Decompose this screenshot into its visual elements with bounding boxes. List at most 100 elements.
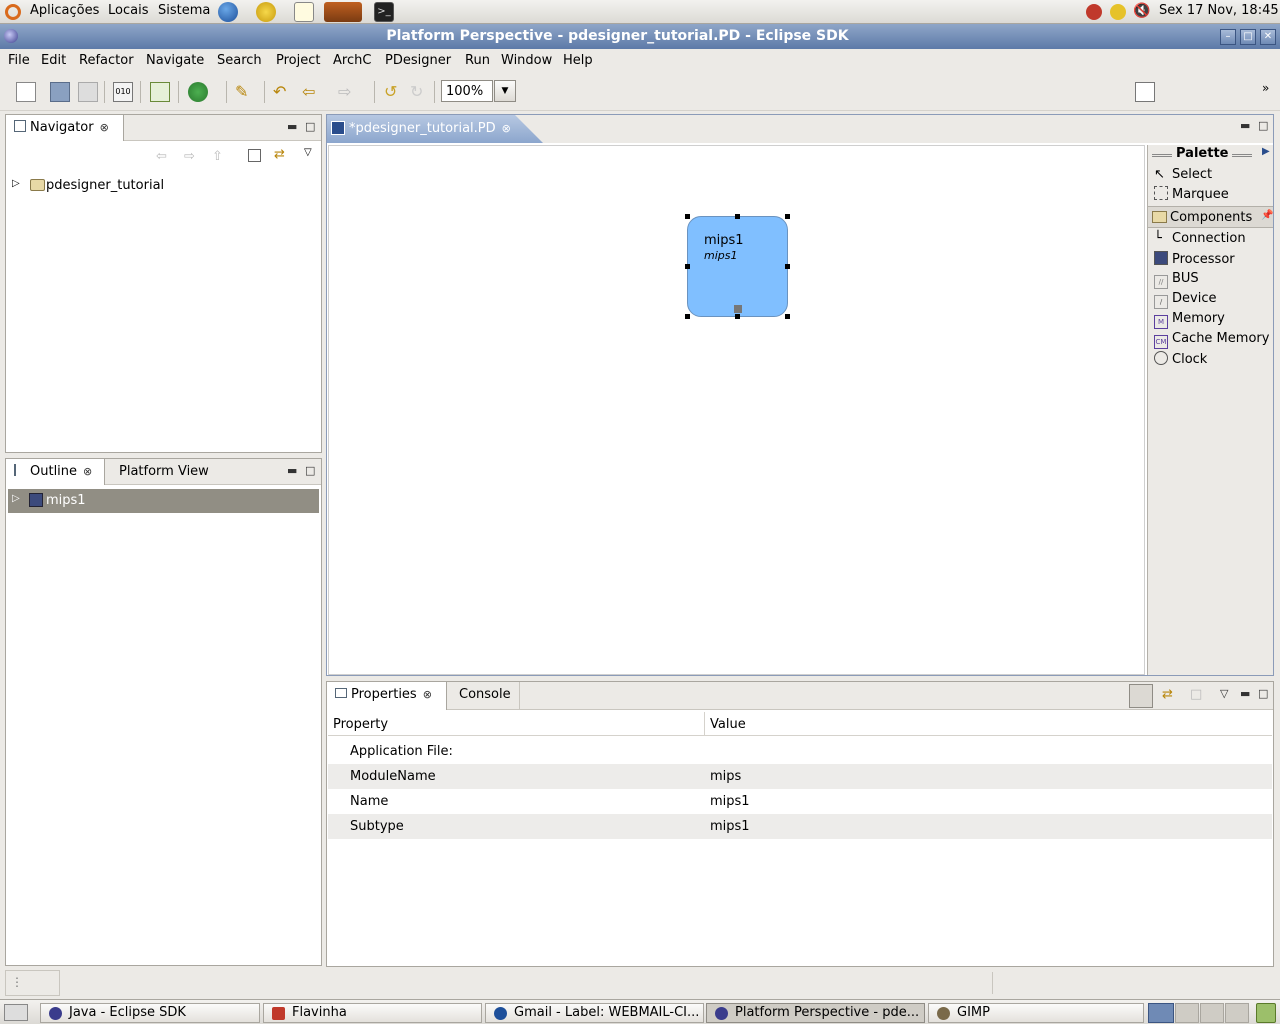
binary-icon[interactable]: 010 xyxy=(113,82,133,102)
table-row[interactable]: Name mips1 xyxy=(328,789,1272,814)
resize-handle[interactable] xyxy=(785,264,790,269)
undo-icon[interactable]: ↺ xyxy=(384,82,404,102)
workspace-1[interactable] xyxy=(1148,1003,1174,1023)
notification-icon[interactable] xyxy=(1086,4,1102,20)
menu-project[interactable]: Project xyxy=(276,53,320,68)
property-value[interactable]: mips1 xyxy=(710,794,750,809)
volume-muted-icon[interactable]: 🔇 xyxy=(1133,3,1150,19)
back-icon[interactable]: ⇦ xyxy=(302,82,322,102)
minimize-view-icon[interactable]: ▬ xyxy=(287,464,297,477)
property-value[interactable]: mips xyxy=(710,769,741,784)
palette-select-tool[interactable]: ↖ Select xyxy=(1154,167,1212,182)
close-icon[interactable]: ⊗ xyxy=(502,122,511,135)
menu-help[interactable]: Help xyxy=(563,53,593,68)
maximize-window-button[interactable]: □ xyxy=(1240,29,1256,45)
palette-cache-memory-tool[interactable]: CM Cache Memory xyxy=(1154,331,1269,349)
print-icon[interactable] xyxy=(78,82,98,102)
image-launcher-icon[interactable] xyxy=(324,2,362,22)
palette-bus-tool[interactable]: // BUS xyxy=(1154,271,1199,289)
messenger-launcher-icon[interactable] xyxy=(256,2,276,22)
workspace-2[interactable] xyxy=(1175,1003,1199,1023)
table-row[interactable]: ModuleName mips xyxy=(328,764,1272,789)
new-wizard-icon[interactable] xyxy=(16,82,36,102)
processor-block[interactable]: mips1 mips1 xyxy=(685,214,790,319)
pin-icon[interactable]: 📌 xyxy=(1261,210,1273,221)
expand-arrow-icon[interactable]: ▷ xyxy=(12,178,20,189)
workspace-3[interactable] xyxy=(1200,1003,1224,1023)
pin-icon[interactable]: ✎ xyxy=(235,82,255,102)
places-menu[interactable]: Locais xyxy=(108,3,148,18)
menu-edit[interactable]: Edit xyxy=(41,53,66,68)
menu-window[interactable]: Window xyxy=(501,53,552,68)
tab-console[interactable]: Console xyxy=(451,682,520,710)
forward-icon[interactable]: ⇨ xyxy=(338,82,358,102)
palette-drawer-components[interactable]: Components 📌 xyxy=(1148,206,1273,228)
zoom-combo[interactable]: 100% xyxy=(441,80,493,102)
menu-file[interactable]: File xyxy=(8,53,30,68)
show-desktop-icon[interactable] xyxy=(4,1004,28,1021)
nav-up-icon[interactable]: ⇧ xyxy=(212,149,223,164)
trash-icon[interactable] xyxy=(1256,1003,1276,1023)
column-header-value[interactable]: Value xyxy=(710,717,746,732)
menu-search[interactable]: Search xyxy=(217,53,262,68)
drag-grip-icon[interactable] xyxy=(1232,154,1252,157)
diagram-canvas[interactable]: mips1 mips1 xyxy=(328,145,1145,675)
column-header-property[interactable]: Property xyxy=(333,717,388,732)
close-icon[interactable]: ⊗ xyxy=(83,465,92,478)
nav-back-icon[interactable]: ⇦ xyxy=(156,149,167,164)
close-icon[interactable]: ⊗ xyxy=(423,688,432,701)
table-row[interactable]: Application File: xyxy=(328,739,1272,764)
resize-handle[interactable] xyxy=(685,264,690,269)
taskbar-item-gmail[interactable]: Gmail - Label: WEBMAIL-CI... xyxy=(485,1003,704,1023)
palette-device-tool[interactable]: / Device xyxy=(1154,291,1216,309)
minimize-view-icon[interactable]: ▬ xyxy=(1240,687,1250,700)
tab-navigator[interactable]: Navigator ⊗ xyxy=(6,115,124,141)
maximize-view-icon[interactable]: □ xyxy=(1258,119,1268,132)
ubuntu-logo-icon[interactable] xyxy=(5,4,21,20)
taskbar-item-flavinha[interactable]: Flavinha xyxy=(263,1003,482,1023)
maximize-view-icon[interactable]: □ xyxy=(305,120,315,133)
terminal-launcher-icon[interactable]: >_ xyxy=(374,2,394,22)
palette-processor-tool[interactable]: Processor xyxy=(1154,251,1235,267)
collapse-all-icon[interactable] xyxy=(248,149,261,162)
drag-grip-icon[interactable] xyxy=(1152,154,1172,157)
nav-forward-icon[interactable]: ⇨ xyxy=(184,149,195,164)
minimize-view-icon[interactable]: ▬ xyxy=(1240,119,1250,132)
open-perspective-icon[interactable] xyxy=(1135,82,1155,102)
menu-refactor[interactable]: Refactor xyxy=(79,53,134,68)
menu-archc[interactable]: ArchC xyxy=(333,53,371,68)
panel-clock[interactable]: Sex 17 Nov, 18:45 xyxy=(1159,3,1279,18)
view-menu-icon[interactable]: ▽ xyxy=(304,147,312,158)
system-menu[interactable]: Sistema xyxy=(158,3,210,18)
resize-handle[interactable] xyxy=(685,214,690,219)
menu-pdesigner[interactable]: PDesigner xyxy=(385,53,451,68)
menu-run[interactable]: Run xyxy=(465,53,490,68)
palette-marquee-tool[interactable]: Marquee xyxy=(1154,186,1229,202)
palette-memory-tool[interactable]: M Memory xyxy=(1154,311,1225,329)
palette-collapse-icon[interactable]: ▶ xyxy=(1262,146,1270,157)
close-window-button[interactable]: ✕ xyxy=(1260,29,1276,45)
fast-view-bar[interactable]: ⋮ xyxy=(5,970,60,996)
resize-handle[interactable] xyxy=(785,214,790,219)
close-icon[interactable]: ⊗ xyxy=(100,121,109,134)
minimize-view-icon[interactable]: ▬ xyxy=(287,120,297,133)
workspace-4[interactable] xyxy=(1225,1003,1249,1023)
restore-default-icon[interactable]: □ xyxy=(1190,687,1202,702)
resize-handle[interactable] xyxy=(685,314,690,319)
redo-icon[interactable]: ↻ xyxy=(410,82,430,102)
view-menu-icon[interactable]: ▽ xyxy=(1220,687,1228,700)
table-row[interactable]: Subtype mips1 xyxy=(328,814,1272,839)
tab-platform-view[interactable]: Platform View xyxy=(111,459,217,485)
taskbar-item-platform-perspective[interactable]: Platform Perspective - pde... xyxy=(706,1003,925,1023)
maximize-view-icon[interactable]: □ xyxy=(305,464,315,477)
tree-item[interactable]: ▷ mips1 xyxy=(8,489,319,513)
link-editor-icon[interactable]: ⇄ xyxy=(274,147,285,162)
resize-handle[interactable] xyxy=(735,314,740,319)
taskbar-item-java-eclipse[interactable]: Java - Eclipse SDK xyxy=(40,1003,260,1023)
chevron-down-icon[interactable]: ▼ xyxy=(494,80,516,102)
tab-pdesigner-tutorial[interactable]: *pdesigner_tutorial.PD ⊗ xyxy=(327,115,543,143)
window-title-bar[interactable]: Platform Perspective - pdesigner_tutoria… xyxy=(0,24,1280,49)
show-advanced-icon[interactable]: ⇄ xyxy=(1162,687,1173,702)
tree-item[interactable]: ▷ pdesigner_tutorial xyxy=(6,177,321,197)
applications-menu[interactable]: Aplicações xyxy=(30,3,99,18)
